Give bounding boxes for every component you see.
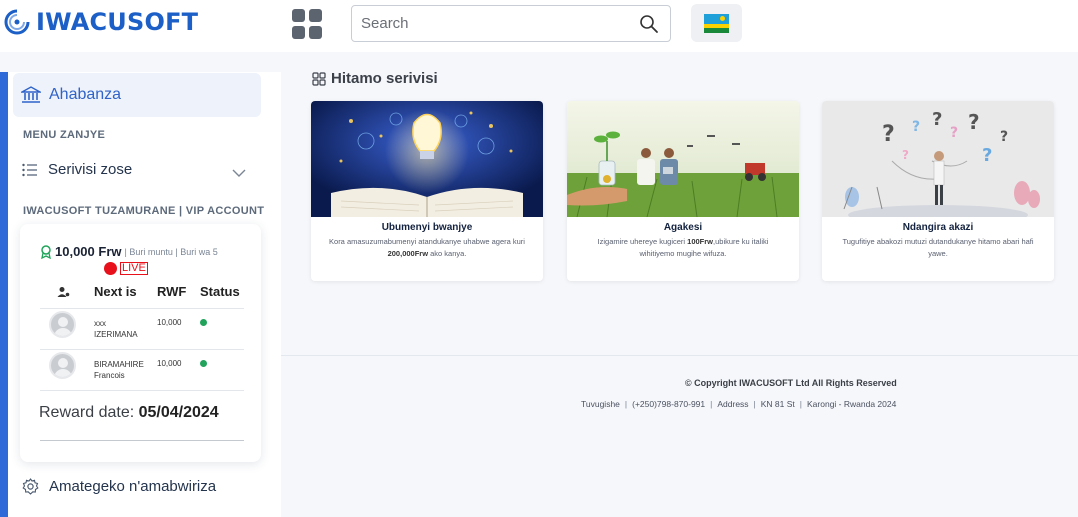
column-header-status: Status (200, 284, 240, 299)
service-title: Ubumenyi bwanjye (381, 222, 473, 233)
award-icon (41, 244, 51, 259)
logo-icon (4, 9, 30, 35)
footer-contact-label[interactable]: Tuvugishe (581, 399, 620, 409)
svg-text:?: ? (932, 109, 942, 130)
footer-location: Karongi - Rwanda 2024 (807, 399, 897, 409)
service-description: Izigamire uhereye kugiceri 100Frw,ubikur… (567, 236, 799, 260)
avatar (49, 352, 76, 379)
svg-text:?: ? (968, 110, 980, 134)
service-description: Tugufitiye abakozi mutuzi dutandukanye h… (822, 236, 1054, 260)
sidebar-item-label: Amategeko n'amabwiriza (49, 478, 217, 495)
footer-contact: Tuvugishe | (+250)798-870-991 | Address | KN 8… (581, 399, 897, 409)
sidebar-item-label: Ahabanza (49, 86, 122, 103)
reward-date: Reward date: 05/04/2024 (39, 404, 219, 422)
live-label: LIVE (120, 262, 148, 275)
svg-text:?: ? (902, 148, 909, 162)
vip-account-card: 10,000 Frw | Buri muntu | Buri wa 5 LIVE… (20, 224, 261, 462)
top-bar: IWACUSOFT (0, 0, 1078, 52)
svg-text:?: ? (1000, 129, 1008, 145)
page-title: Hitamo serivisi (312, 70, 438, 87)
row-name: xxx IZERIMANA (94, 318, 138, 340)
footer-street: KN 81 St (760, 399, 795, 409)
row-name-line2: Francois (94, 371, 125, 380)
sidebar-item-rules[interactable]: Amategeko n'amabwiriza (22, 478, 216, 495)
gear-icon (22, 478, 39, 495)
service-desc-text: Kora amasuzumabumenyi atandukanye uhabwe… (329, 237, 525, 246)
vip-amount-meta: | Buri muntu | Buri wa 5 (124, 246, 218, 257)
rwanda-flag-icon (704, 13, 729, 33)
footer-divider (281, 355, 1078, 356)
bank-icon (21, 86, 41, 103)
svg-text:?: ? (882, 122, 895, 147)
row-amount: 10,000 (157, 318, 182, 327)
service-image-knowledge (311, 101, 543, 217)
vip-section-label: IWACUSOFT TUZAMURANE | VIP ACCOUNT (23, 205, 265, 217)
check-icon (200, 319, 207, 326)
sidebar-item-all-services[interactable]: Serivisi zose (22, 161, 132, 178)
sidebar-accent-bar (0, 72, 8, 517)
sidebar-item-label: Serivisi zose (48, 161, 133, 178)
search-box (351, 5, 671, 42)
reward-date-value: 05/04/2024 (138, 404, 219, 421)
vip-amount: 10,000 Frw (55, 244, 122, 259)
svg-text:?: ? (950, 125, 958, 141)
service-image-savings (567, 101, 799, 217)
footer-address-label: Address (717, 399, 749, 409)
row-name-line1: BIRAMAHIRE (94, 360, 144, 369)
list-icon (22, 163, 37, 176)
chevron-down-icon[interactable] (232, 168, 246, 178)
row-divider (40, 390, 244, 391)
grid-icon (312, 71, 326, 86)
service-title: Agakesi (663, 222, 703, 233)
footer-copyright: © Copyright IWACUSOFT Ltd All Rights Res… (685, 378, 897, 388)
service-card-ubumenyi[interactable]: Ubumenyi bwanjye Kora amasuzumabumenyi a… (311, 101, 543, 281)
svg-text:?: ? (912, 119, 920, 135)
service-card-agakesi[interactable]: Agakesi Izigamire uhereye kugiceri 100Fr… (567, 101, 799, 281)
live-indicator: LIVE (104, 262, 148, 275)
row-name-line1: xxx (94, 319, 106, 328)
menu-section-label: MENU ZANJYE (23, 129, 106, 141)
search-input[interactable] (352, 6, 622, 41)
column-header-rwf: RWF (157, 284, 187, 299)
sidebar-item-home[interactable]: Ahabanza (13, 73, 261, 117)
service-desc-text: ako kanya. (428, 249, 467, 258)
apps-grid-icon[interactable] (292, 9, 322, 39)
brand-name: IWACUSOFT (36, 8, 199, 36)
language-switcher[interactable] (691, 4, 742, 42)
row-amount: 10,000 (157, 359, 182, 368)
live-dot-icon (104, 262, 117, 275)
row-divider (40, 308, 244, 309)
service-desc-highlight: 200,000Frw (387, 249, 429, 258)
svg-text:?: ? (982, 145, 992, 166)
service-card-ndangira[interactable]: ? ? ? ? ? ? ? ? Ndangira akazi Tugufitiy… (822, 101, 1054, 281)
service-image-jobs: ? ? ? ? ? ? ? ? (822, 101, 1054, 217)
avatar (49, 311, 76, 338)
column-header-next: Next is (94, 284, 137, 299)
brand-logo[interactable]: IWACUSOFT (4, 8, 198, 36)
row-divider (40, 440, 244, 441)
check-icon (200, 360, 207, 367)
service-desc-text: Izigamire uhereye kugiceri (597, 237, 688, 246)
service-description: Kora amasuzumabumenyi atandukanye uhabwe… (311, 236, 543, 260)
sidebar: Ahabanza MENU ZANJYE Serivisi zose IWACU… (0, 72, 281, 517)
service-title: Ndangira akazi (902, 222, 974, 233)
footer-phone[interactable]: (+250)798-870-991 (632, 399, 705, 409)
service-desc-highlight: 100Frw (687, 237, 714, 246)
page-title-text: Hitamo serivisi (331, 70, 438, 87)
row-divider (40, 349, 244, 350)
row-name: BIRAMAHIRE Francois (94, 359, 144, 381)
row-name-line2: IZERIMANA (94, 330, 138, 339)
search-icon[interactable] (639, 14, 659, 34)
reward-label: Reward date: (39, 404, 135, 421)
user-icon (57, 287, 70, 297)
vip-amount-row: 10,000 Frw | Buri muntu | Buri wa 5 (40, 244, 218, 259)
service-desc-text: Tugufitiye abakozi mutuzi dutandukanye h… (842, 237, 1034, 258)
